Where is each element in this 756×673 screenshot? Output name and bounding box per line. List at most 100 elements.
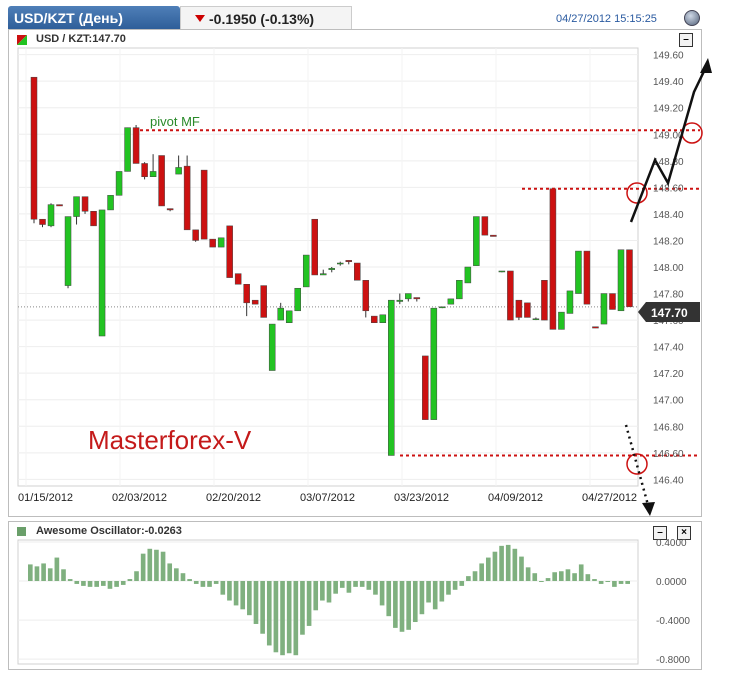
osc-bar [598,581,604,584]
candle [524,302,531,318]
candle [558,311,565,330]
candle-body [132,127,140,164]
candle [371,315,378,323]
osc-y-tick-label: 0.4000 [656,538,687,549]
candle [302,254,310,288]
y-tick-label: 147.00 [653,396,684,407]
osc-bar [127,579,133,582]
candle-body [447,298,455,305]
candle-body [285,310,293,323]
candle [592,326,599,329]
osc-bar [373,581,378,595]
watermark: Masterforex-V [88,425,252,455]
candle [549,188,557,330]
osc-bar [525,567,531,582]
candle-body [354,262,361,281]
osc-bar [54,557,60,582]
osc-bar [293,581,299,656]
osc-bar [512,548,518,582]
arrow-head-down [642,502,655,516]
candle [515,299,523,321]
candle [209,238,216,248]
osc-bar [47,568,53,582]
candle [141,162,148,180]
candle-body [98,209,106,337]
osc-bar [393,581,398,628]
osc-bar [552,572,557,582]
osc-bar [74,581,80,584]
osc-bar [207,581,212,587]
osc-bar [379,581,385,606]
candle-body [422,355,429,420]
candle-body [515,299,523,318]
osc-bar [353,581,358,587]
osc-y-tick-label: -0.4000 [656,616,690,627]
arrow-head-up [700,58,712,73]
y-tick-label: 146.80 [653,422,684,433]
candle-body [481,216,489,236]
osc-bar [300,581,305,635]
candle-body [430,307,438,420]
price-grid [17,47,639,487]
osc-bar [406,581,411,630]
osc-bar [134,571,139,582]
osc-bar [320,581,325,601]
oscillator-bars [17,539,639,665]
candle [626,249,633,308]
osc-bar [618,581,624,584]
osc-y-tick-label: 0.0000 [656,577,687,588]
osc-bar [67,579,73,582]
osc-bar [61,569,66,582]
candle-body [81,196,89,212]
candle [260,285,267,318]
osc-bar [446,581,451,595]
osc-bar [240,581,246,610]
candle-body [226,225,233,278]
osc-bar [326,581,332,603]
price-axis: 146.40 146.60 146.80 147.00 147.20 147.40 147.… [653,51,684,487]
forecast-annotations [624,58,712,516]
candle [217,237,225,248]
osc-bar [339,581,345,588]
x-tick-label: 03/07/2012 [300,492,355,504]
osc-y-tick-label: -0.8000 [656,655,690,666]
x-tick-label: 02/20/2012 [206,492,261,504]
candle [234,273,242,285]
candle [439,306,446,309]
candle [107,195,114,211]
osc-bar [193,581,199,584]
candle [379,314,387,323]
osc-bar [578,564,584,582]
candle-body [115,171,123,196]
candle-body [30,76,38,220]
candle-body [498,270,506,273]
candle-body [311,218,318,276]
y-tick-label: 148.00 [653,263,684,274]
osc-bar [273,581,279,653]
candle-body [405,293,412,300]
candle-body [617,249,625,312]
price-tag-value: 147.70 [651,306,688,320]
candle-body [337,262,344,265]
candle-body [473,216,480,266]
candle-body [192,229,199,241]
candle-body [141,163,148,177]
candle-body [294,287,301,312]
candle-body [166,208,174,211]
osc-bar [34,566,40,582]
candle-body [362,280,370,312]
osc-bar [233,581,239,606]
osc-bar [505,544,511,582]
pivot-label: pivot MF [150,114,200,129]
y-tick-label: 147.80 [653,290,684,301]
candle [600,293,608,325]
x-tick-label: 04/27/2012 [582,492,637,504]
candle-body [541,280,548,321]
x-tick-label: 03/23/2012 [394,492,449,504]
candle [422,355,429,420]
candle-body [73,196,80,217]
candle [583,250,591,305]
osc-bar [612,581,617,587]
candle [226,225,233,278]
y-tick-label: 147.40 [653,343,684,354]
